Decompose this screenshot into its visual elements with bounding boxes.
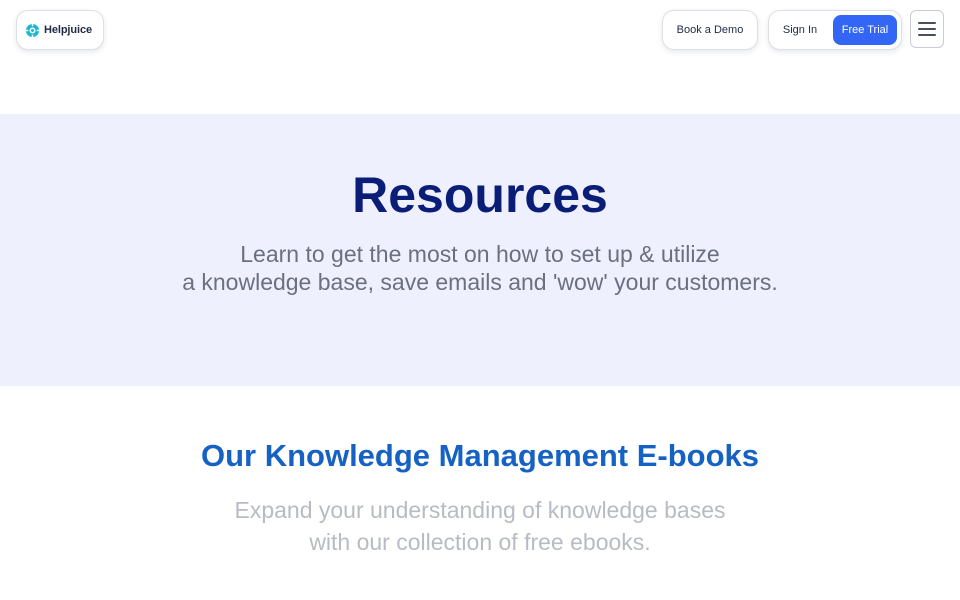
logo-link[interactable]: Helpjuice [16,10,104,50]
hero-section: Resources Learn to get the most on how t… [0,114,960,386]
ebooks-section: Our Knowledge Management E-books Expand … [0,386,960,600]
sign-in-button[interactable]: Sign In [769,11,831,49]
hero-subtitle-line-2: a knowledge base, save emails and 'wow' … [182,269,778,295]
book-demo-button[interactable]: Book a Demo [662,10,758,50]
hero-subtitle-line-1: Learn to get the most on how to set up &… [240,241,720,267]
ebooks-subtitle-line-2: with our collection of free ebooks. [309,529,651,555]
page-title: Resources [352,167,608,223]
ebooks-subtitle-line-1: Expand your understanding of knowledge b… [234,497,726,523]
ebooks-title: Our Knowledge Management E-books [200,438,760,473]
hero-subtitle: Learn to get the most on how to set up &… [0,240,960,296]
site-header: Helpjuice Book a Demo Sign In Free Trial [0,0,960,114]
logo-text: Helpjuice [44,24,93,36]
helpjuice-logo-icon [25,22,40,38]
auth-button-group: Sign In Free Trial [768,10,902,50]
hamburger-menu-icon [918,22,936,36]
menu-button[interactable] [910,10,944,48]
ebooks-subtitle: Expand your understanding of knowledge b… [0,494,960,558]
free-trial-button[interactable]: Free Trial [833,15,897,45]
